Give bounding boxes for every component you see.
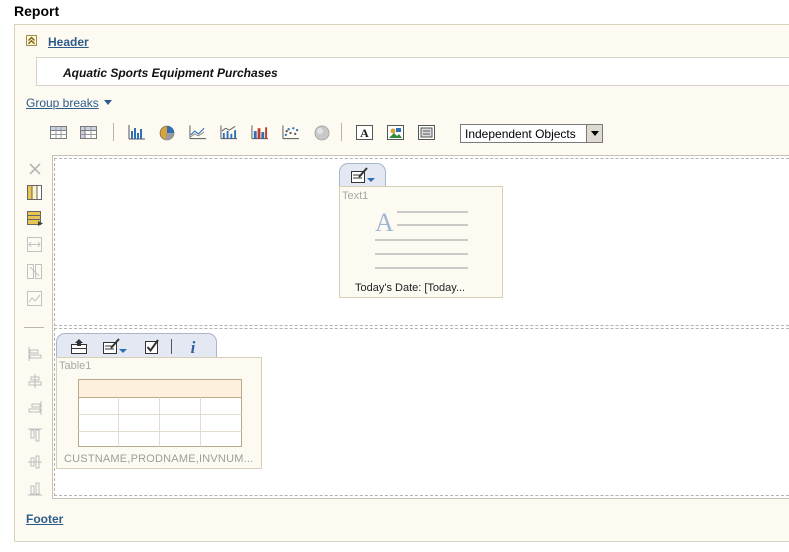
bar-line-chart-icon[interactable] xyxy=(220,125,237,140)
layout-select[interactable]: Independent Objects xyxy=(460,124,603,143)
table-properties-button[interactable] xyxy=(102,338,128,355)
svg-text:i: i xyxy=(191,338,196,356)
toolbar-separator xyxy=(171,339,172,354)
align-left-icon xyxy=(26,345,43,362)
align-right-icon xyxy=(26,399,43,416)
table-placeholder-icon xyxy=(78,379,242,447)
header-text: Aquatic Sports Equipment Purchases xyxy=(63,66,278,80)
checkbox-icon xyxy=(145,339,159,354)
toolbar-separator xyxy=(341,123,342,141)
edit-properties-icon xyxy=(351,167,375,183)
text-properties-button[interactable] xyxy=(350,167,376,185)
text-object-name: Text1 xyxy=(342,190,369,202)
table-data-button[interactable] xyxy=(69,338,89,355)
edit-properties-icon xyxy=(103,338,127,354)
text-object-caption: Today's Date: [Today... xyxy=(355,282,466,294)
layout-select-value: Independent Objects xyxy=(465,127,576,141)
table-object[interactable]: Table1 CUSTNAME,PRODNAME,INVNUM... xyxy=(56,357,262,469)
footer-link[interactable]: Footer xyxy=(26,512,63,526)
columns-icon[interactable] xyxy=(26,184,43,201)
group-breaks-menu[interactable]: Group breaks xyxy=(26,96,99,110)
table-info-button[interactable]: i xyxy=(186,337,200,357)
chevron-down-icon xyxy=(590,131,599,136)
pie-chart-icon[interactable] xyxy=(158,125,175,140)
line-chart-icon[interactable] xyxy=(189,125,206,140)
dropdown-button[interactable] xyxy=(586,125,602,142)
gauge-icon xyxy=(313,125,330,140)
spread-icon xyxy=(26,236,43,253)
crosstab-icon[interactable] xyxy=(80,125,97,140)
text-placeholder-icon: A xyxy=(375,208,468,269)
graphic-object-icon[interactable] xyxy=(418,125,435,140)
table-icon[interactable] xyxy=(50,125,67,140)
align-bottom-icon xyxy=(26,480,43,497)
table-check-button[interactable] xyxy=(143,338,161,355)
toolbar-separator xyxy=(113,123,114,141)
split-icon xyxy=(26,263,43,280)
align-top-icon xyxy=(26,426,43,443)
table-props-icon[interactable] xyxy=(26,210,43,227)
vertical-bar-icon[interactable] xyxy=(251,125,268,140)
delete-icon xyxy=(26,160,43,177)
svg-text:A: A xyxy=(375,208,394,237)
bar-chart-icon[interactable] xyxy=(128,125,145,140)
collapse-header-button[interactable] xyxy=(26,35,37,46)
image-object-icon[interactable] xyxy=(387,125,404,140)
side-toolbar-separator xyxy=(24,327,44,328)
scatter-plot-icon[interactable] xyxy=(282,125,299,140)
table-object-toolbar: i xyxy=(56,333,217,358)
svg-text:A: A xyxy=(360,126,369,140)
data-select-icon xyxy=(71,339,87,354)
text-object[interactable]: Text1 A Today's Date: [Today... xyxy=(339,186,503,298)
double-chevron-up-icon xyxy=(28,36,35,45)
chevron-down-icon[interactable] xyxy=(104,100,112,105)
report-title: Report xyxy=(14,3,60,19)
align-center-icon xyxy=(26,372,43,389)
table-object-name: Table1 xyxy=(59,360,92,372)
text-object-icon[interactable]: A xyxy=(356,125,373,140)
table-object-caption: CUSTNAME,PRODNAME,INVNUM... xyxy=(64,453,254,465)
chart-icon xyxy=(26,290,43,307)
header-link[interactable]: Header xyxy=(48,35,89,49)
text-object-toolbar xyxy=(339,163,386,187)
info-icon: i xyxy=(191,338,196,357)
align-middle-icon xyxy=(26,453,43,470)
